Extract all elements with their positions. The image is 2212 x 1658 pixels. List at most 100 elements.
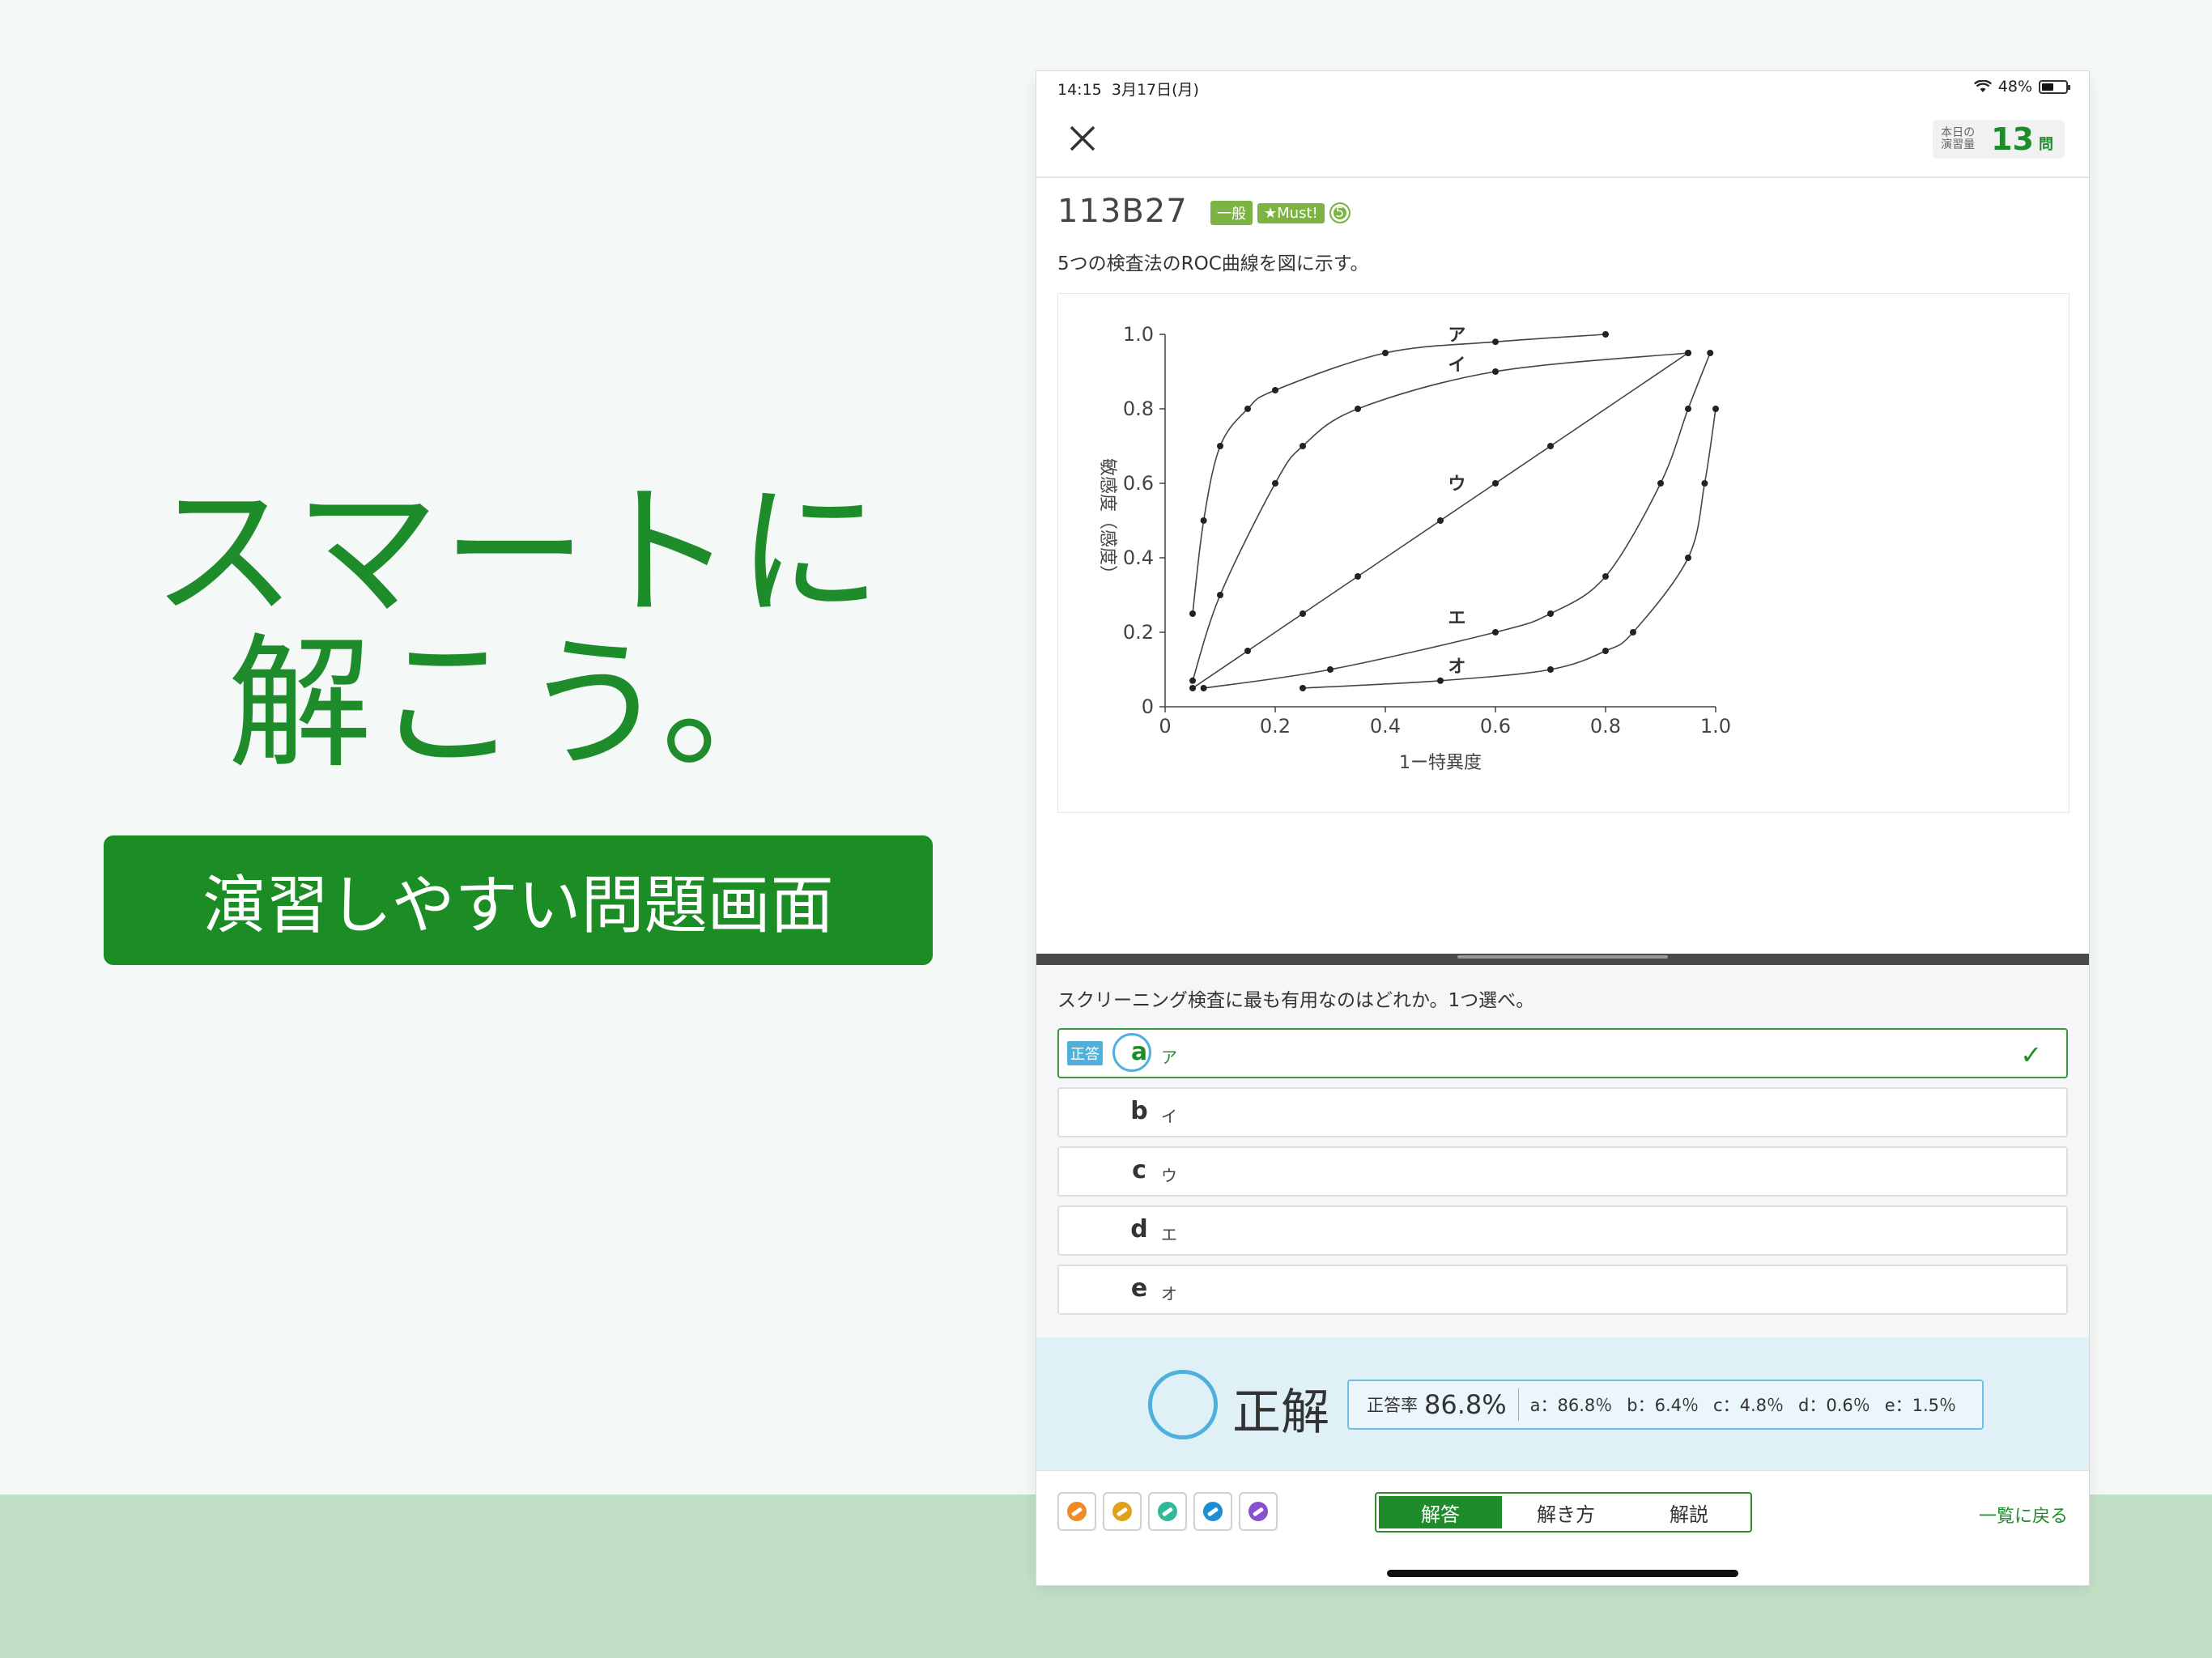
data-point: [1492, 368, 1499, 375]
correct-rate: 正答率 86.8%: [1349, 1388, 1519, 1421]
series-label: ウ: [1448, 474, 1465, 495]
data-point: [1602, 648, 1609, 654]
data-point: [1217, 592, 1223, 598]
data-point: [1189, 677, 1196, 684]
nav-bar: 本日の演習量 13 問: [1036, 102, 2089, 178]
answer-distribution: a：86.8％ b：6.4％ c：4.8％ d：0.6％ e：1.5％: [1519, 1392, 1956, 1417]
daily-count-badge: 本日の演習量 13 問: [1933, 120, 2065, 159]
battery-icon: [2039, 79, 2070, 94]
tab-explanation[interactable]: 解説: [1627, 1494, 1750, 1531]
tab-answer[interactable]: 解答: [1379, 1496, 1502, 1528]
data-point: [1272, 387, 1278, 393]
daily-count-value: 13: [1991, 121, 2034, 157]
x-axis-label: 1ー特異度: [1399, 753, 1482, 773]
data-point: [1547, 666, 1554, 673]
divider-handle[interactable]: [1457, 955, 1668, 959]
time-text: 14:15: [1057, 81, 1102, 99]
data-point: [1355, 406, 1361, 412]
correct-rate-label: 正答率: [1367, 1396, 1418, 1415]
data-point: [1712, 406, 1719, 412]
series-label: エ: [1448, 609, 1465, 629]
question-id: 113B27: [1057, 193, 1188, 230]
series-line: [1302, 408, 1716, 689]
answer-stats: 正答率 86.8% a：86.8％ b：6.4％ c：4.8％ d：0.6％ e…: [1347, 1380, 1984, 1430]
choice-letter: e: [1130, 1274, 1148, 1303]
pen-palette: [1057, 1492, 1278, 1531]
series-label: イ: [1448, 355, 1465, 376]
x-tick-label: 0.2: [1260, 715, 1291, 738]
split-divider[interactable]: [1036, 954, 2089, 965]
choice-text: エ: [1161, 1225, 1177, 1244]
pen-purple-button[interactable]: [1239, 1492, 1278, 1531]
choice-a[interactable]: 正答 a ア ✓: [1057, 1028, 2068, 1078]
x-tick-label: 1.0: [1700, 715, 1731, 738]
data-point: [1272, 480, 1278, 487]
home-indicator[interactable]: [1387, 1570, 1738, 1577]
feature-caption: 演習しやすい問題画面: [104, 835, 933, 965]
x-tick-label: 0: [1159, 715, 1171, 738]
y-tick-label: 0.6: [1123, 472, 1154, 495]
data-point: [1300, 443, 1306, 449]
pen-orange-button[interactable]: [1057, 1492, 1096, 1531]
choice-letter: a: [1130, 1038, 1148, 1066]
choice-d[interactable]: d エ: [1057, 1205, 2068, 1256]
choice-text: ア: [1161, 1048, 1177, 1067]
data-point: [1492, 629, 1499, 636]
pen-icon: [1203, 1502, 1223, 1521]
pen-icon: [1249, 1502, 1268, 1521]
pen-teal-button[interactable]: [1148, 1492, 1187, 1531]
data-point: [1701, 480, 1708, 487]
data-point: [1244, 406, 1251, 412]
choice-c[interactable]: c ウ: [1057, 1146, 2068, 1197]
correct-rate-value: 86.8%: [1424, 1389, 1507, 1420]
data-point: [1437, 517, 1444, 524]
close-icon: [1070, 125, 1095, 151]
data-point: [1300, 685, 1306, 691]
pen-blue-button[interactable]: [1193, 1492, 1232, 1531]
question-prompt: スクリーニング検査に最も有用なのはどれか。1つ選べ。: [1057, 990, 1535, 1011]
tab-how-to-solve[interactable]: 解き方: [1504, 1494, 1627, 1531]
tag-must: ★Must!: [1257, 202, 1325, 223]
data-point: [1437, 677, 1444, 684]
daily-count-unit: 問: [2039, 136, 2053, 153]
y-tick-label: 0.8: [1123, 397, 1154, 420]
pen-icon: [1112, 1502, 1132, 1521]
question-stem: 5つの検査法のROC曲線を図に示す。: [1057, 253, 1369, 274]
result-label: 正解: [1232, 1384, 1329, 1441]
data-point: [1685, 406, 1691, 412]
data-point: [1602, 573, 1609, 580]
battery-percent: 48%: [1997, 78, 2032, 96]
series-line: [1192, 352, 1689, 682]
series-line: [1203, 352, 1711, 689]
y-tick-label: 1.0: [1123, 323, 1154, 346]
data-point: [1707, 350, 1714, 356]
choice-e[interactable]: e オ: [1057, 1265, 2068, 1315]
data-point: [1492, 338, 1499, 346]
series-label: オ: [1448, 657, 1465, 677]
data-point: [1547, 443, 1554, 449]
data-point: [1200, 517, 1207, 524]
pen-icon: [1067, 1502, 1087, 1521]
correct-badge: 正答: [1067, 1041, 1103, 1065]
back-to-list-link[interactable]: 一覧に戻る: [1979, 1502, 2068, 1528]
pen-yellow-button[interactable]: [1103, 1492, 1142, 1531]
pen-icon: [1158, 1502, 1177, 1521]
status-bar: 14:15 3月17日(月) 48%: [1036, 71, 2089, 102]
hero-headline: スマートに 解こう。: [0, 469, 1036, 780]
question-tags: 一般 ★Must! 5: [1210, 201, 1351, 225]
x-tick-label: 0.6: [1480, 715, 1511, 738]
close-button[interactable]: [1061, 117, 1104, 160]
mode-tabs: 解答 解き方 解説: [1375, 1492, 1752, 1533]
daily-count-label: 本日の演習量: [1941, 125, 1976, 151]
status-time: 14:15 3月17日(月): [1057, 78, 1199, 100]
dist-d: d：0.6％: [1797, 1396, 1870, 1415]
x-tick-label: 0.8: [1590, 715, 1621, 738]
hero-line-1: スマートに: [151, 469, 885, 636]
choice-text: オ: [1161, 1284, 1177, 1303]
choice-b[interactable]: b イ: [1057, 1087, 2068, 1137]
correct-circle-icon: [1148, 1370, 1218, 1439]
data-point: [1189, 685, 1196, 691]
data-point: [1382, 350, 1389, 356]
roc-figure: 0 0.2 0.4 0.6 0.8 1.0 0 0.2 0.4 0.6 0.8 1.0 1ー特異度 敏感度…: [1057, 293, 2069, 813]
tag-number: 5: [1329, 202, 1351, 223]
